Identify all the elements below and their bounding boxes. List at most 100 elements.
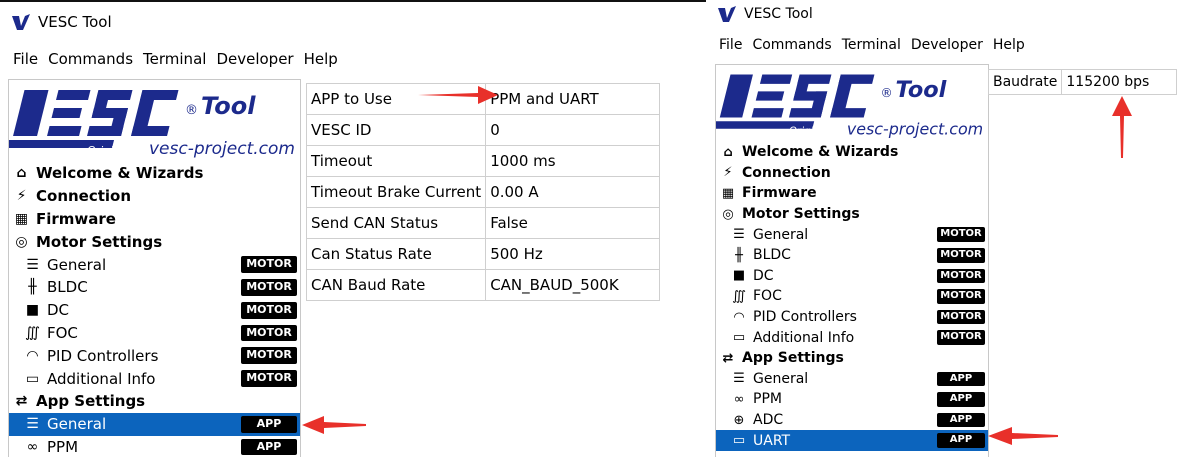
tree-item-uart[interactable]: ▭ UART APP: [716, 430, 988, 451]
menu-bar: File Commands Terminal Developer Help: [12, 47, 347, 71]
tree-item-label: Motor Settings: [742, 206, 860, 223]
tree-item-welcome-wizards[interactable]: ⌂ Welcome & Wizards: [9, 162, 300, 185]
tree-item-foc[interactable]: ∭ FOC MOTOR: [716, 286, 988, 307]
menu-file[interactable]: File: [12, 50, 39, 68]
motor-badge: MOTOR: [241, 324, 297, 342]
tree-item-additional-info[interactable]: ▭ Additional Info MOTOR: [716, 327, 988, 348]
chip-icon: ▦: [721, 185, 735, 201]
parameter-table: APP to Use PPM and UART VESC ID 0 Timeout 100…: [305, 83, 660, 301]
menu-help[interactable]: Help: [303, 50, 339, 68]
param-row: Timeout 1000 ms: [305, 145, 660, 177]
tree-item-label: General: [47, 255, 107, 274]
vesc-logo-graphic: ® Tool Original vesc-project.com: [716, 74, 983, 138]
tree-item-welcome-wizards[interactable]: ⌂ Welcome & Wizards: [716, 142, 988, 163]
tree-item-general[interactable]: ☰ General APP: [716, 369, 988, 390]
menu-file[interactable]: File: [718, 37, 743, 53]
tree-item-label: General: [753, 370, 809, 387]
settings-tree: ⌂ Welcome & Wizards ⚡ Connection ▦ Firmware ◎ M…: [715, 140, 989, 457]
window-title: VESC Tool: [744, 6, 813, 22]
tree-item-motor-settings[interactable]: ◎ Motor Settings: [716, 204, 988, 225]
tree-item-ppm[interactable]: ∞ PPM APP: [716, 389, 988, 410]
menu-help[interactable]: Help: [992, 37, 1026, 53]
tree-item-general[interactable]: ☰ General MOTOR: [9, 253, 300, 276]
menu-commands[interactable]: Commands: [751, 37, 832, 53]
param-label: Send CAN Status: [305, 207, 487, 239]
tree-item-label: Welcome & Wizards: [36, 164, 204, 183]
param-value-field[interactable]: CAN_BAUD_500K: [485, 269, 660, 301]
tree-item-connection[interactable]: ⚡ Connection: [716, 163, 988, 184]
param-row: Baudrate 115200 bps: [987, 69, 1177, 95]
motor-icon: ◎: [722, 206, 734, 222]
tree-item-label: PPM: [753, 391, 782, 408]
app-badge: APP: [937, 433, 985, 448]
param-value-field[interactable]: 115200 bps: [1061, 69, 1177, 95]
tree-item-connection[interactable]: ⚡ Connection: [9, 185, 300, 208]
tree-item-label: DC: [753, 267, 774, 284]
motor-badge: MOTOR: [241, 279, 297, 296]
menu-developer[interactable]: Developer: [215, 50, 294, 68]
motor-badge: MOTOR: [937, 248, 985, 263]
tree-item-bldc[interactable]: ╫ BLDC MOTOR: [716, 245, 988, 266]
param-value-field[interactable]: 0: [485, 114, 660, 146]
tree-item-pid-controllers[interactable]: ◠ PID Controllers MOTOR: [9, 344, 300, 367]
sliders-icon: ☰: [733, 371, 745, 387]
home-icon: ⌂: [723, 144, 733, 160]
motor-badge: MOTOR: [241, 301, 297, 319]
app-settings-icon: ⇄: [15, 393, 28, 410]
info-icon: ▭: [25, 370, 40, 387]
tree-item-label: BLDC: [753, 247, 791, 264]
param-value-field[interactable]: False: [485, 207, 660, 239]
left-vesc-window: VESC Tool File Commands Terminal Develop…: [0, 3, 660, 457]
tree-item-dc[interactable]: ■ DC MOTOR: [9, 299, 300, 322]
foc-icon: ∭: [732, 288, 746, 304]
tree-item-foc[interactable]: ∭ FOC MOTOR: [9, 322, 300, 345]
motor-badge: MOTOR: [241, 256, 297, 273]
motor-badge: MOTOR: [241, 347, 297, 365]
param-row: VESC ID 0: [305, 114, 660, 146]
gauge-icon: ◠: [733, 309, 745, 325]
home-icon: ⌂: [16, 165, 27, 182]
motor-badge: MOTOR: [937, 227, 985, 242]
tree-item-ppm[interactable]: ∞ PPM APP: [9, 436, 300, 457]
menu-commands[interactable]: Commands: [47, 50, 134, 68]
motor-badge: MOTOR: [937, 309, 985, 325]
tree-item-app-settings[interactable]: ⇄ App Settings: [9, 390, 300, 413]
tree-item-general[interactable]: ☰ General APP: [9, 412, 300, 436]
ppm-icon: ∞: [733, 391, 745, 407]
vesc-app-icon: [12, 14, 30, 30]
tree-item-additional-info[interactable]: ▭ Additional Info MOTOR: [9, 367, 300, 390]
tree-item-firmware[interactable]: ▦ Firmware: [716, 183, 988, 204]
logo-tool-text: Tool: [895, 77, 946, 103]
app-badge: APP: [241, 438, 297, 456]
tree-item-general[interactable]: ☰ General MOTOR: [716, 224, 988, 245]
plug-icon: ⚡: [723, 165, 733, 181]
logo-original-text: Original: [789, 125, 829, 137]
sliders-icon: ☰: [733, 227, 745, 243]
param-label: Timeout Brake Current: [305, 176, 487, 208]
tree-item-label: Firmware: [742, 185, 817, 202]
menu-terminal[interactable]: Terminal: [142, 50, 207, 68]
tree-item-label: Motor Settings: [36, 232, 163, 251]
plug-icon: ⚡: [16, 188, 27, 205]
param-row: CAN Baud Rate CAN_BAUD_500K: [305, 269, 660, 301]
tree-item-dc[interactable]: ■ DC MOTOR: [716, 266, 988, 287]
tree-item-motor-settings[interactable]: ◎ Motor Settings: [9, 230, 300, 253]
tree-item-bldc[interactable]: ╫ BLDC MOTOR: [9, 276, 300, 299]
tree-item-firmware[interactable]: ▦ Firmware: [9, 208, 300, 231]
menu-developer[interactable]: Developer: [910, 37, 984, 53]
tree-item-adc[interactable]: ⊕ ADC APP: [716, 410, 988, 431]
param-value-field[interactable]: 0.00 A: [485, 176, 660, 208]
dc-icon: ■: [25, 302, 40, 319]
window-title: VESC Tool: [38, 13, 112, 31]
app-badge: APP: [937, 412, 985, 428]
param-value-field[interactable]: PPM and UART: [485, 83, 660, 115]
window-titlebar: VESC Tool: [12, 9, 112, 35]
tree-item-label: DC: [47, 301, 70, 320]
param-value-field[interactable]: 1000 ms: [485, 145, 660, 177]
menu-terminal[interactable]: Terminal: [841, 37, 902, 53]
tree-item-label: ADC: [753, 412, 784, 429]
tree-item-app-settings[interactable]: ⇄ App Settings: [716, 348, 988, 369]
tree-item-pid-controllers[interactable]: ◠ PID Controllers MOTOR: [716, 307, 988, 328]
tree-item-label: Welcome & Wizards: [742, 144, 899, 161]
param-value-field[interactable]: 500 Hz: [485, 238, 660, 270]
